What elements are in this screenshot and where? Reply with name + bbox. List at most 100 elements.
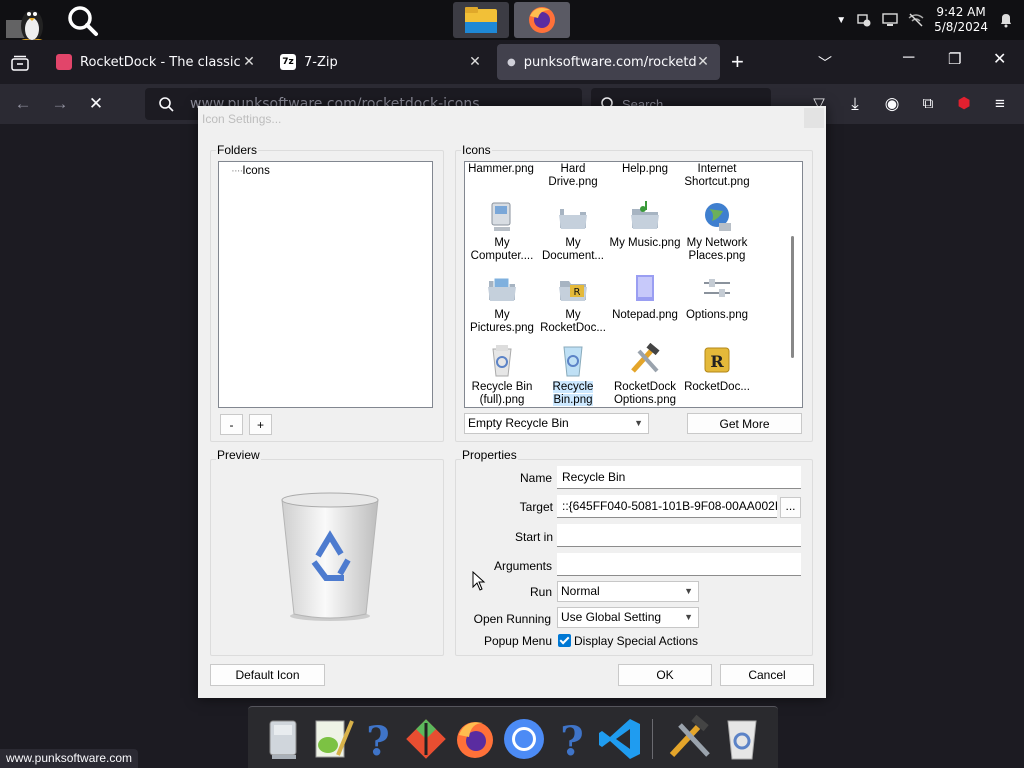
tray-overflow-icon[interactable]: ▼ xyxy=(836,15,846,26)
target-field[interactable]: ::{645FF040-5081-101B-9F08-00AA002F954E} xyxy=(557,495,777,518)
icon-item-rocketdock-options[interactable]: RocketDock Options.png xyxy=(608,343,682,407)
7zip-favicon-icon: 7z xyxy=(280,54,296,70)
help-question-icon[interactable]: ? xyxy=(354,715,402,763)
tab-7zip[interactable]: 7z 7-Zip ✕ xyxy=(270,44,492,80)
icon-item-help[interactable]: Help.png xyxy=(608,163,682,176)
tab-title: punksoftware.com/rocketdock xyxy=(523,54,696,70)
icon-pack-select[interactable]: Empty Recycle Bin ▼ xyxy=(464,413,649,434)
hamburger-menu-icon[interactable]: ≡ xyxy=(989,93,1011,115)
close-tab-icon[interactable]: ✕ xyxy=(696,54,710,70)
icon-item-recycle-bin[interactable]: Recycle Bin.png xyxy=(536,343,610,407)
chromium-icon[interactable] xyxy=(500,715,548,763)
rocketdock-options-tools-icon xyxy=(631,343,660,373)
default-icon-button[interactable]: Default Icon xyxy=(210,664,325,686)
new-tab-button[interactable]: + xyxy=(731,49,744,75)
browse-target-button[interactable]: ... xyxy=(780,497,801,518)
forward-arrow-icon[interactable]: → xyxy=(49,93,71,115)
extensions-icon[interactable]: ⧉ xyxy=(917,93,939,115)
icon-item-label: My Computer.... xyxy=(470,237,534,262)
search-icon[interactable] xyxy=(64,3,100,37)
link-status-bar: www.punksoftware.com xyxy=(0,749,139,768)
get-more-button[interactable]: Get More xyxy=(687,413,802,434)
notepad-plus-plus-icon[interactable] xyxy=(308,715,356,763)
vscode-icon[interactable] xyxy=(596,715,644,763)
target-label: Target xyxy=(519,500,553,514)
run-select[interactable]: Normal ▼ xyxy=(557,581,699,602)
remove-folder-button[interactable]: - xyxy=(220,414,243,435)
minimize-window-icon[interactable]: ─ xyxy=(903,49,914,67)
tab-list-icon[interactable] xyxy=(11,55,29,71)
checkbox-checked-icon[interactable] xyxy=(558,634,571,647)
git-diamond-icon[interactable] xyxy=(402,715,450,763)
icon-item-my-rocketdock[interactable]: R My RocketDoc... xyxy=(536,271,610,335)
icon-item-label: RocketDock Options.png xyxy=(613,381,676,406)
icon-item-my-pictures[interactable]: My Pictures.png xyxy=(465,271,539,335)
icon-item-my-documents[interactable]: My Document... xyxy=(536,199,610,263)
help-question-icon[interactable]: ? xyxy=(548,715,596,763)
rocketdock-options-dock-icon[interactable] xyxy=(666,715,714,763)
icon-item-label: Help.png xyxy=(621,163,669,175)
list-all-tabs-icon[interactable]: ﹀ xyxy=(818,53,832,73)
icons-label: Icons xyxy=(461,143,492,157)
display-icon[interactable] xyxy=(882,12,898,28)
ok-button[interactable]: OK xyxy=(618,664,712,686)
firefox-taskbar-button[interactable] xyxy=(514,2,570,38)
icon-item-internet-shortcut[interactable]: Internet Shortcut.png xyxy=(679,163,755,189)
close-tab-icon[interactable]: ✕ xyxy=(242,54,256,70)
icon-item-my-network-places[interactable]: My Network Places.png xyxy=(680,199,754,263)
dock-separator xyxy=(652,719,653,759)
icon-item-my-computer[interactable]: My Computer.... xyxy=(465,199,539,263)
ublock-icon[interactable]: ⬢ xyxy=(953,93,975,115)
icon-item-my-music[interactable]: My Music.png xyxy=(608,199,682,250)
svg-text:R: R xyxy=(574,287,581,298)
dialog-close-button[interactable] xyxy=(804,108,824,128)
popup-menu-label: Popup Menu xyxy=(483,634,552,648)
icon-item-label: My Pictures.png xyxy=(470,309,534,334)
loading-dot-icon: ● xyxy=(507,56,516,68)
icon-item-notepad[interactable]: Notepad.png xyxy=(608,271,682,322)
account-icon[interactable]: ◉ xyxy=(881,93,903,115)
icon-item-label: Hard Drive.png xyxy=(548,163,598,188)
start-in-field[interactable] xyxy=(557,524,801,547)
firefox-dock-icon[interactable] xyxy=(451,715,499,763)
icon-grid[interactable]: Hammer.png Hard Drive.png Help.png Inter… xyxy=(464,161,803,408)
recycle-bin-preview-icon xyxy=(281,492,379,621)
tab-rocketdock[interactable]: RocketDock - The classic app la ✕ xyxy=(46,44,266,80)
recycle-bin-dock-icon[interactable] xyxy=(718,715,766,763)
cancel-button[interactable]: Cancel xyxy=(720,664,814,686)
preview-label: Preview xyxy=(216,448,261,462)
close-window-icon[interactable]: ✕ xyxy=(993,49,1006,69)
download-icon[interactable]: ⤓ xyxy=(844,93,866,115)
back-arrow-icon[interactable]: ← xyxy=(12,93,34,115)
icon-item-recycle-bin-full[interactable]: Recycle Bin (full).png xyxy=(465,343,539,407)
my-computer-dock-icon[interactable] xyxy=(260,715,308,763)
icon-item-hammer[interactable]: Hammer.png xyxy=(465,163,538,176)
icon-item-label: Notepad.png xyxy=(612,309,678,321)
icon-item-label: My RocketDoc... xyxy=(540,309,606,334)
tab-punksoftware[interactable]: ● punksoftware.com/rocketdock ✕ xyxy=(497,44,720,80)
network-off-icon[interactable] xyxy=(908,12,924,28)
icon-item-hard-drive[interactable]: Hard Drive.png xyxy=(535,163,611,189)
open-running-select[interactable]: Use Global Setting ▼ xyxy=(557,607,699,628)
folder-tree-item-icons[interactable]: ····Icons xyxy=(231,165,270,177)
tree-connector: ···· xyxy=(231,165,243,177)
name-field[interactable]: Recycle Bin xyxy=(557,466,801,489)
display-special-actions-checkbox[interactable]: Display Special Actions xyxy=(558,634,698,648)
stop-loading-icon[interactable]: ✕ xyxy=(85,93,107,115)
security-status-icon[interactable] xyxy=(856,12,872,28)
icon-grid-scrollbar-thumb[interactable] xyxy=(791,236,794,358)
notification-bell-icon[interactable] xyxy=(998,12,1014,28)
folder-tree[interactable]: ····Icons xyxy=(218,161,433,408)
svg-text:R: R xyxy=(710,352,724,371)
icon-item-rocketdock[interactable]: R RocketDoc... xyxy=(680,343,754,394)
add-folder-button[interactable]: + xyxy=(249,414,272,435)
icon-grid-scrollbar[interactable] xyxy=(786,162,802,407)
close-tab-icon[interactable]: ✕ xyxy=(468,54,482,70)
file-explorer-taskbar-button[interactable] xyxy=(453,2,509,38)
clock-date: 5/8/2024 xyxy=(934,20,988,34)
icon-item-label: My Document... xyxy=(542,237,604,262)
arguments-field[interactable] xyxy=(557,553,801,576)
restore-window-icon[interactable]: ❐ xyxy=(948,50,961,68)
icon-item-options[interactable]: Options.png xyxy=(680,271,754,322)
clock[interactable]: 9:42 AM 5/8/2024 xyxy=(934,5,988,35)
